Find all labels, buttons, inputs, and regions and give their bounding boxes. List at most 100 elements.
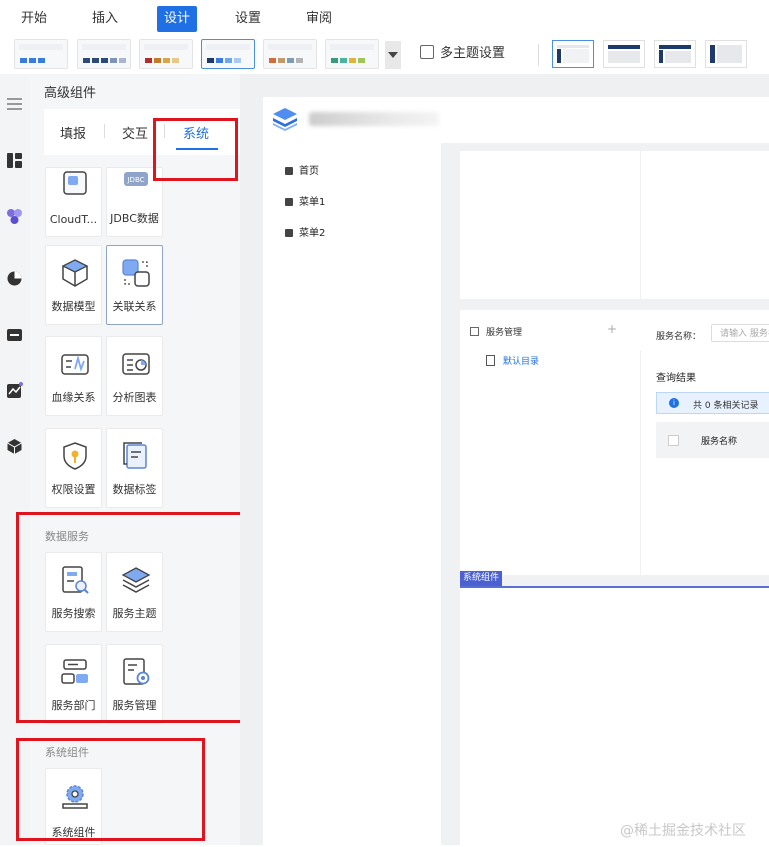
query-result-title: 查询结果 xyxy=(656,373,696,384)
advanced-components-icon[interactable] xyxy=(6,208,23,225)
theme-swatch xyxy=(101,58,108,63)
highlight-system-tab xyxy=(153,118,238,181)
theme-swatch xyxy=(145,58,152,63)
panel-title: 高级组件 xyxy=(44,86,97,101)
menu-insert[interactable]: 插入 xyxy=(85,6,125,32)
result-count-text: 共 0 条相关记录 xyxy=(693,401,759,411)
component-card-analysis-chart[interactable]: 分析图表 xyxy=(106,336,163,416)
menu-bar: 开始 插入 设计 设置 审阅 xyxy=(0,0,769,36)
component-card-lineage[interactable]: 血缘关系 xyxy=(45,336,102,416)
highlight-data-service xyxy=(16,512,255,723)
component-card-data-model[interactable]: 数据模型 xyxy=(45,245,102,325)
trend-chart-icon[interactable] xyxy=(6,382,23,399)
home-icon xyxy=(285,167,293,175)
service-management-block: 服务管理 + 默认目录 服务名称： 请输入 服务名称 查询结果 i 共 0 条相… xyxy=(460,310,769,575)
tab-fill[interactable]: 填报 xyxy=(60,123,86,142)
layout-top-left-nav[interactable] xyxy=(654,40,696,68)
theme-swatch xyxy=(234,58,241,63)
cube-icon[interactable] xyxy=(6,438,23,455)
data-model-icon xyxy=(61,259,89,287)
svg-text:JDBC: JDBC xyxy=(126,176,144,184)
column-service-name: 服务名称 xyxy=(701,437,738,447)
app-side-nav: 首页 菜单1 菜单2 xyxy=(263,143,441,845)
theme-thumbnail[interactable] xyxy=(201,39,255,69)
tab-divider xyxy=(104,124,105,138)
theme-swatch xyxy=(110,58,117,63)
nav-item-menu1[interactable]: 菜单1 xyxy=(285,193,325,208)
collapse-menu-icon[interactable] xyxy=(7,98,22,113)
toolbar-divider xyxy=(538,44,539,66)
layout-left-nav[interactable] xyxy=(552,40,594,68)
menu-settings[interactable]: 设置 xyxy=(228,6,268,32)
data-tag-icon xyxy=(123,442,147,469)
permission-icon xyxy=(63,442,87,470)
theme-swatch xyxy=(154,58,161,63)
panel-divider xyxy=(640,350,641,575)
app-title-blurred xyxy=(309,112,439,126)
app-header xyxy=(263,97,769,144)
design-toolbar: 多主题设置 xyxy=(0,36,769,75)
theme-swatch xyxy=(83,58,90,63)
component-card-relation[interactable]: 关联关系 xyxy=(106,245,163,325)
component-card-permission[interactable]: 权限设置 xyxy=(45,428,102,508)
multi-theme-label: 多主题设置 xyxy=(440,46,506,61)
theme-swatch xyxy=(216,58,223,63)
system-component-area[interactable] xyxy=(460,586,769,847)
theme-swatch xyxy=(287,58,294,63)
theme-swatch xyxy=(38,58,45,63)
folder-icon[interactable] xyxy=(6,326,23,343)
menu-review[interactable]: 审阅 xyxy=(299,6,339,32)
cloud-table-icon xyxy=(63,171,87,195)
menu-design[interactable]: 设计 xyxy=(157,6,198,32)
theme-thumbnail[interactable] xyxy=(263,39,317,69)
theme-swatch xyxy=(269,58,276,63)
theme-thumbnail[interactable] xyxy=(139,39,193,69)
file-icon xyxy=(486,355,495,366)
layout-icon[interactable] xyxy=(6,152,23,169)
jdbc-icon: JDBC xyxy=(124,172,148,186)
nav-item-menu2[interactable]: 菜单2 xyxy=(285,224,325,239)
collapse-icon xyxy=(470,327,479,336)
menu-icon xyxy=(285,198,293,206)
theme-swatch xyxy=(163,58,170,63)
theme-swatch xyxy=(358,58,365,63)
nav-item-home[interactable]: 首页 xyxy=(285,162,319,177)
lineage-icon xyxy=(61,354,89,375)
service-tree-default-folder[interactable]: 默认目录 xyxy=(486,354,539,367)
theme-thumbnail[interactable] xyxy=(14,39,68,69)
theme-dropdown-button[interactable] xyxy=(385,41,401,69)
layout-top-nav[interactable] xyxy=(603,40,645,68)
theme-swatch xyxy=(119,58,126,63)
menu-start[interactable]: 开始 xyxy=(14,6,54,32)
theme-thumbnail[interactable] xyxy=(325,39,379,69)
select-all-checkbox[interactable] xyxy=(668,435,679,446)
multi-theme-button[interactable]: 多主题设置 xyxy=(420,42,505,66)
info-icon: i xyxy=(669,398,679,408)
left-icon-rail xyxy=(0,74,31,845)
component-card-data-tag[interactable]: 数据标签 xyxy=(106,428,163,508)
chart-pie-icon[interactable] xyxy=(6,270,23,287)
add-icon[interactable]: + xyxy=(607,322,617,336)
theme-swatch xyxy=(92,58,99,63)
theme-swatch xyxy=(29,58,36,63)
tab-interaction[interactable]: 交互 xyxy=(122,123,148,142)
theme-swatch xyxy=(340,58,347,63)
theme-swatch xyxy=(349,58,356,63)
component-card-cloudtable[interactable]: CloudT... xyxy=(45,167,102,237)
theme-swatch xyxy=(278,58,285,63)
theme-thumbnail[interactable] xyxy=(77,39,131,69)
service-name-input[interactable]: 请输入 服务名称 xyxy=(711,324,769,342)
theme-swatch xyxy=(207,58,214,63)
theme-swatch xyxy=(225,58,232,63)
theme-swatch xyxy=(172,58,179,63)
theme-swatch xyxy=(296,58,303,63)
content-top-block xyxy=(460,151,769,299)
result-info-bar: i 共 0 条相关记录 xyxy=(656,392,769,414)
result-table-header: 服务名称 xyxy=(656,422,769,458)
service-tree-title[interactable]: 服务管理 xyxy=(470,325,522,338)
menu-icon xyxy=(285,229,293,237)
theme-swatch xyxy=(331,58,338,63)
system-component-tag: 系统组件 xyxy=(460,571,503,586)
theme-swatch xyxy=(20,58,27,63)
layout-left-bar[interactable] xyxy=(705,40,747,68)
